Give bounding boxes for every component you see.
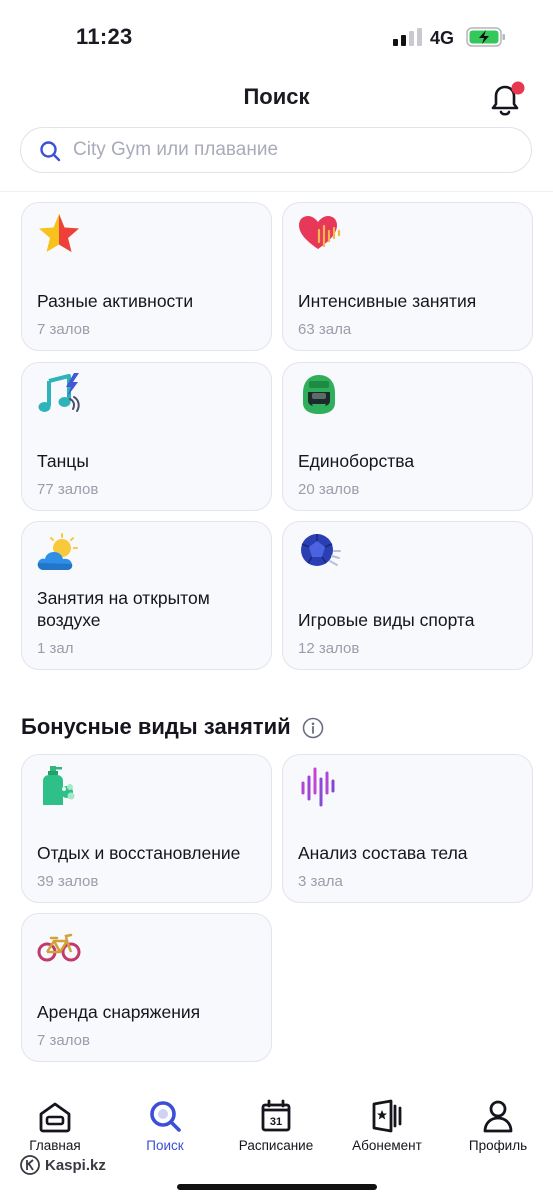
home-icon <box>39 1102 71 1133</box>
bonus-title: Анализ состава тела <box>298 843 468 863</box>
search-bar[interactable] <box>20 127 532 173</box>
status-bar: 11:23 4G <box>0 0 553 70</box>
notification-dot <box>511 81 525 95</box>
tab-schedule[interactable]: 31 Расписание <box>221 1098 331 1162</box>
category-count: 77 залов <box>37 481 99 498</box>
category-title: Занятия на открытом воздухе <box>37 588 210 630</box>
bicycle-icon <box>37 933 81 962</box>
bonus-section-title: Бонусные виды занятий <box>21 714 291 739</box>
watermark-text: Kaspi.kz <box>45 1156 106 1174</box>
notification-bell-icon[interactable] <box>484 78 526 120</box>
tab-membership[interactable]: Абонемент <box>332 1098 442 1162</box>
tab-label: Главная <box>29 1138 81 1153</box>
category-title: Интенсивные занятия <box>298 291 477 311</box>
profile-icon <box>483 1100 513 1133</box>
category-card-team-sports[interactable]: Игровые виды спорта 12 залов <box>282 521 533 670</box>
page-title: Поиск <box>243 84 310 109</box>
category-count: 1 зал <box>37 640 74 657</box>
category-count: 20 залов <box>298 481 360 498</box>
tab-label: Расписание <box>238 1138 314 1153</box>
kaspi-logo-icon <box>20 1155 40 1175</box>
category-title: Танцы <box>37 451 89 471</box>
music-note-icon <box>38 373 80 412</box>
bonus-card-recovery[interactable]: Отдых и восстановление 39 залов <box>21 754 272 903</box>
bonus-title: Аренда снаряжения <box>37 1002 201 1022</box>
category-count: 7 залов <box>37 321 90 338</box>
tab-label: Поиск <box>146 1138 184 1153</box>
category-title: Единоборства <box>298 451 415 471</box>
bonus-count: 39 залов <box>37 873 99 890</box>
sound-wave-icon <box>301 767 335 807</box>
search-icon <box>40 141 61 162</box>
status-time: 11:23 <box>76 24 133 49</box>
category-title: Разные активности <box>37 291 194 311</box>
search-icon <box>150 1101 181 1132</box>
bonus-count: 7 залов <box>37 1032 90 1049</box>
category-count: 12 залов <box>298 640 360 657</box>
category-title: Игровые виды спорта <box>298 610 475 630</box>
signal-icon <box>393 28 422 46</box>
tab-label: Абонемент <box>352 1138 422 1153</box>
calendar-icon: 31 <box>261 1099 291 1132</box>
ball-icon <box>301 534 341 566</box>
tab-profile[interactable]: Профиль <box>443 1098 553 1162</box>
category-card-outdoor[interactable]: Занятия на открытом воздухе 1 зал <box>21 521 272 670</box>
soap-bottle-icon <box>43 766 75 805</box>
category-card-dance[interactable]: Танцы 77 залов <box>21 362 272 511</box>
star-icon <box>39 214 79 252</box>
calendar-day: 31 <box>270 1116 282 1128</box>
tab-label: Профиль <box>468 1138 528 1153</box>
bonus-count: 3 зала <box>298 873 343 890</box>
category-card-intense[interactable]: Интенсивные занятия 63 зала <box>282 202 533 351</box>
header: Поиск <box>0 70 553 126</box>
search-input[interactable] <box>73 128 513 171</box>
network-type: 4G <box>430 28 455 48</box>
sun-cloud-icon <box>37 533 78 570</box>
category-card-martial-arts[interactable]: Единоборства 20 залов <box>282 362 533 511</box>
bonus-title: Отдых и восстановление <box>37 843 241 863</box>
battery-charging-icon <box>466 27 505 47</box>
info-icon[interactable] <box>302 717 324 739</box>
tab-search[interactable]: Поиск <box>110 1098 220 1162</box>
home-indicator <box>177 1184 377 1190</box>
tab-home[interactable]: Главная <box>0 1098 110 1162</box>
bonus-card-equipment-rental[interactable]: Аренда снаряжения 7 залов <box>21 913 272 1062</box>
header-divider <box>0 191 553 192</box>
boxing-helmet-icon <box>303 375 335 414</box>
heartbeat-icon <box>299 216 341 249</box>
bonus-card-body-analysis[interactable]: Анализ состава тела 3 зала <box>282 754 533 903</box>
kaspi-watermark: Kaspi.kz <box>20 1155 106 1175</box>
category-count: 63 зала <box>298 321 352 338</box>
membership-card-icon <box>372 1099 402 1133</box>
category-card-various[interactable]: Разные активности 7 залов <box>21 202 272 351</box>
